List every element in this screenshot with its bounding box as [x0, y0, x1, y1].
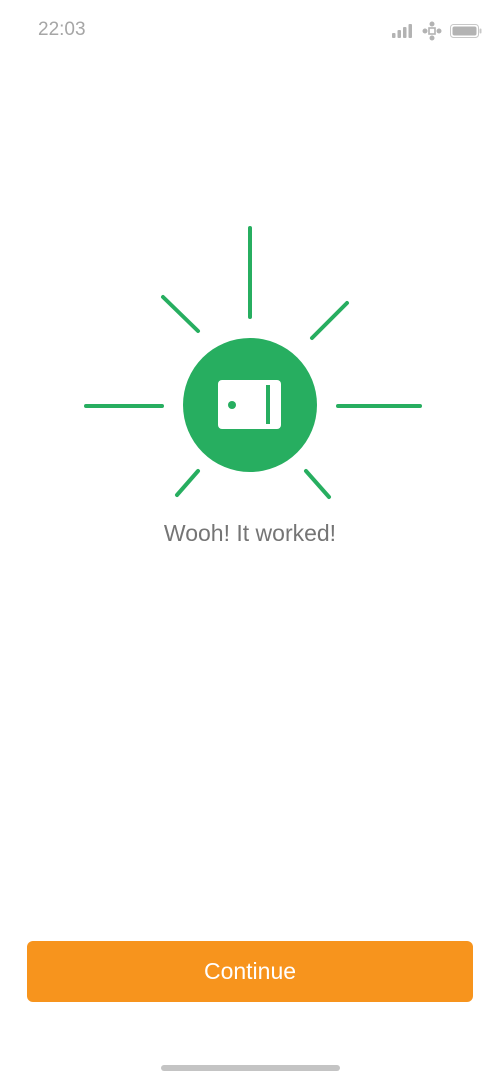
- continue-button[interactable]: Continue: [27, 941, 473, 1002]
- ray-bottom-right: [304, 469, 331, 499]
- ray-bottom-left: [175, 469, 200, 497]
- success-illustration: [0, 0, 500, 520]
- home-indicator: [161, 1065, 340, 1071]
- wallet-icon: [218, 380, 281, 429]
- ray-top-right: [310, 301, 349, 340]
- sunburst-rays: [84, 226, 422, 499]
- ray-top-left: [161, 295, 200, 333]
- success-message: Wooh! It worked!: [163, 520, 337, 546]
- continue-button-label: Continue: [203, 958, 297, 984]
